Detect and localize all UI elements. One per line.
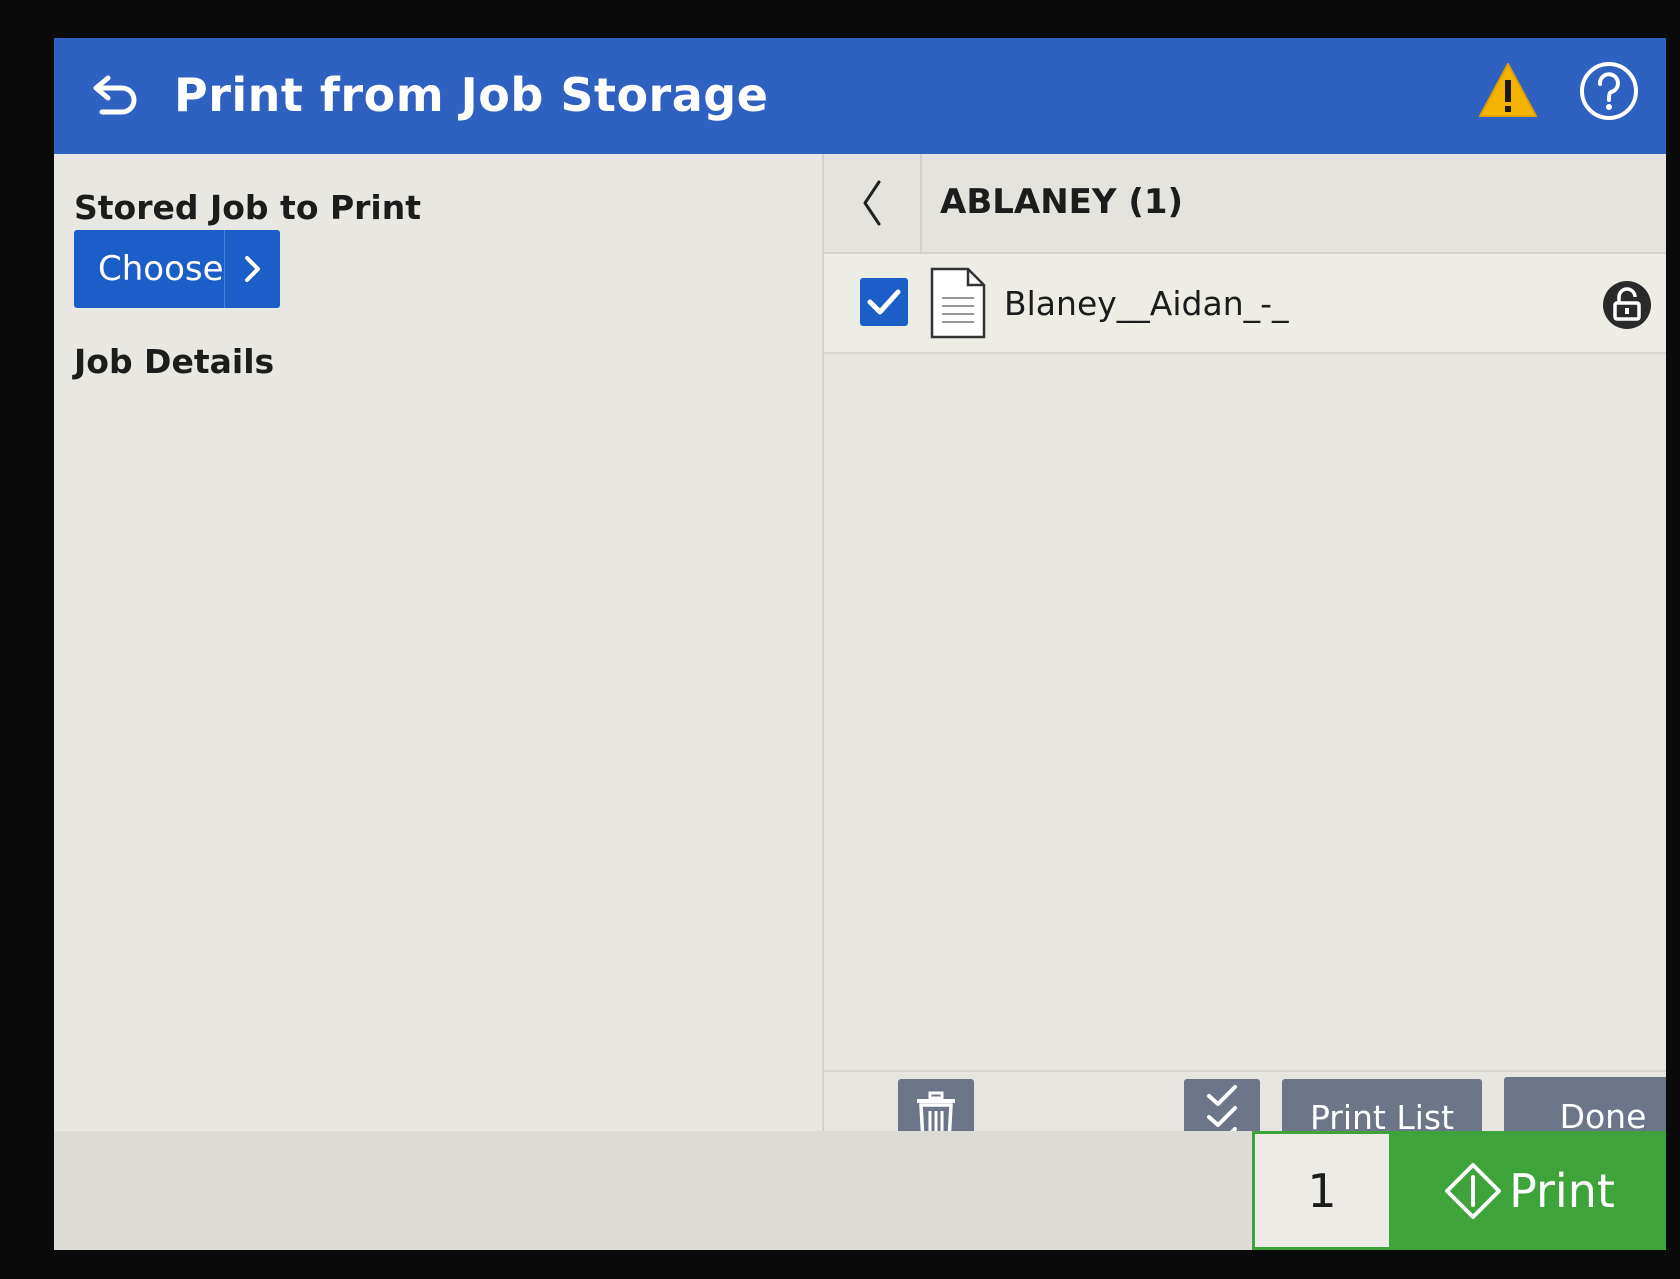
document-icon: [930, 267, 986, 339]
back-arrow-icon[interactable]: [84, 66, 144, 126]
print-button[interactable]: Print: [1392, 1131, 1666, 1250]
warning-icon[interactable]: [1478, 60, 1538, 120]
print-label: Print: [1509, 1163, 1615, 1218]
choose-button[interactable]: Choose: [74, 230, 280, 308]
copies-field[interactable]: 1: [1252, 1131, 1392, 1250]
job-list-item[interactable]: Blaney__Aidan_-_: [824, 254, 1666, 354]
job-checkbox[interactable]: [860, 278, 908, 326]
start-diamond-icon: [1445, 1162, 1502, 1219]
job-details-label: Job Details: [74, 342, 275, 381]
checkmark-icon: [867, 289, 901, 315]
help-icon[interactable]: [1578, 60, 1640, 122]
folder-bar: ABLANEY (1): [824, 154, 1666, 254]
folder-title: ABLANEY (1): [940, 182, 1184, 222]
lock-icon[interactable]: [1602, 280, 1652, 330]
header-bar: Print from Job Storage: [54, 38, 1666, 154]
stored-job-label: Stored Job to Print: [74, 188, 422, 227]
chevron-right-icon: [225, 254, 280, 284]
folder-back-button[interactable]: [824, 154, 922, 252]
printer-screen: Print from Job Storage Stored Job to Pri…: [54, 38, 1666, 1250]
right-pane: ABLANEY (1) Blaney__Aidan_-_ Print List …: [824, 154, 1666, 1155]
choose-label: Choose: [98, 249, 224, 289]
left-pane: Stored Job to Print Choose Job Details: [54, 154, 823, 1131]
footer-bar: 1 Print: [54, 1131, 1666, 1250]
page-title: Print from Job Storage: [174, 68, 769, 122]
job-name: Blaney__Aidan_-_: [1004, 284, 1289, 323]
chevron-left-icon: [863, 180, 881, 226]
